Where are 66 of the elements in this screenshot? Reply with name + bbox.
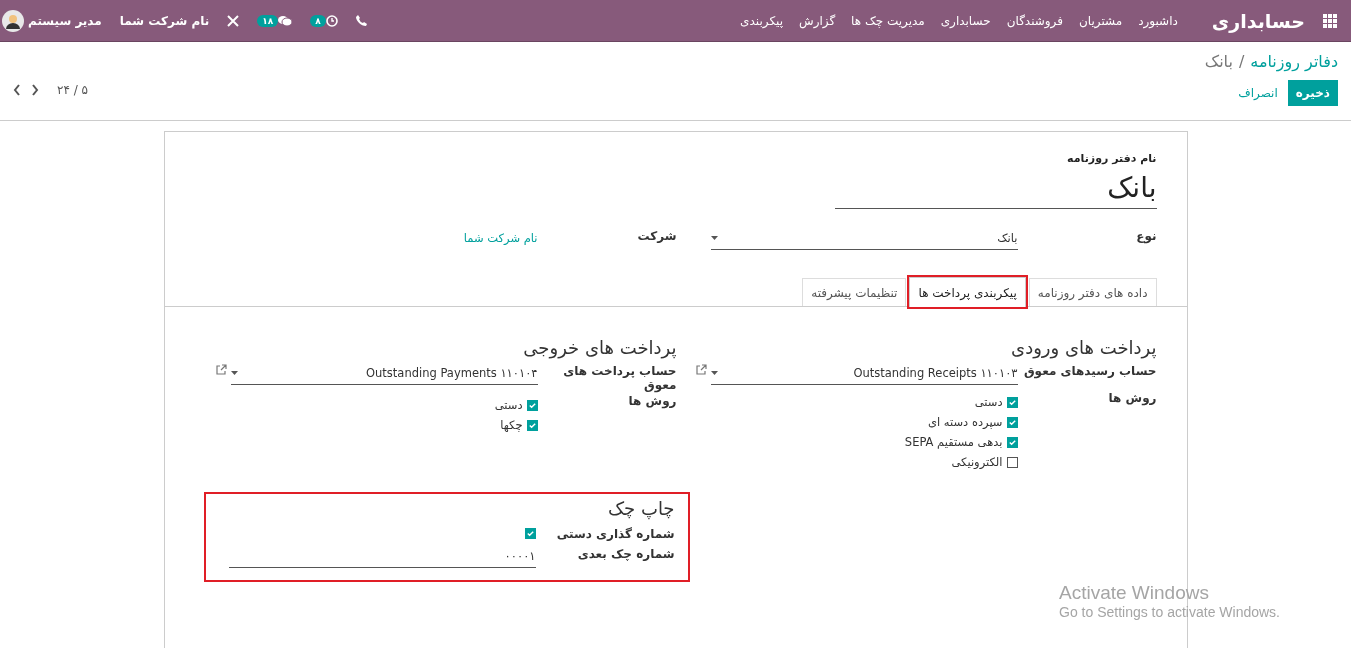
tab[interactable]: داده های دفتر روزنامه bbox=[1028, 278, 1157, 306]
next-icon[interactable] bbox=[31, 84, 39, 96]
menu-item[interactable]: داشبورد bbox=[1138, 13, 1178, 28]
caret-icon bbox=[710, 236, 718, 240]
account-select[interactable]: ۱۱۰۱۰۳ Outstanding Receipts bbox=[710, 364, 1018, 385]
caret-icon bbox=[230, 371, 238, 375]
menu-item[interactable]: فروشندگان bbox=[1006, 13, 1063, 28]
next-check-number-field[interactable]: ۰۰۰۰۱ bbox=[228, 547, 536, 568]
discard-button[interactable]: انصراف bbox=[1238, 86, 1278, 100]
breadcrumb-link[interactable]: دفاتر روزنامه bbox=[1250, 52, 1338, 71]
pager-counter: ۵ / ۲۴ bbox=[57, 83, 88, 97]
checkbox[interactable] bbox=[526, 419, 538, 431]
menu-item[interactable]: مشتریان bbox=[1078, 13, 1123, 28]
checkbox[interactable] bbox=[1006, 396, 1018, 408]
chat-icon[interactable] bbox=[278, 14, 293, 27]
checkbox-label: دستی bbox=[494, 398, 523, 412]
breadcrumb-current: بانک bbox=[1204, 52, 1233, 71]
checkbox-label: الکترونیکی bbox=[951, 455, 1003, 469]
account-select[interactable]: ۱۱۰۱۰۴ Outstanding Payments bbox=[230, 364, 538, 385]
external-link-icon[interactable] bbox=[214, 364, 227, 376]
checkbox[interactable] bbox=[1006, 436, 1018, 448]
save-button[interactable]: ذخیره bbox=[1287, 80, 1338, 106]
field-label: نام دفتر روزنامه bbox=[1066, 152, 1157, 165]
field-label: شماره چک بعدی bbox=[576, 547, 675, 561]
type-select[interactable]: بانک bbox=[710, 229, 1018, 250]
app-title: حسابداری bbox=[1211, 9, 1305, 32]
phone-icon[interactable] bbox=[355, 15, 367, 26]
checkbox[interactable] bbox=[524, 528, 536, 539]
section-title: پرداخت های ورودی bbox=[1010, 337, 1157, 358]
company-name[interactable]: نام شرکت شما bbox=[119, 13, 210, 28]
field-label: حساب رسیدهای معوق bbox=[1022, 364, 1157, 378]
caret-icon bbox=[710, 371, 718, 375]
checkbox[interactable] bbox=[526, 399, 538, 411]
field-label: نوع bbox=[1135, 229, 1157, 243]
checkbox-label: سپرده دسته ای bbox=[928, 415, 1003, 429]
previous-icon[interactable] bbox=[13, 84, 21, 96]
menu-item[interactable]: پیکربندی bbox=[740, 13, 783, 28]
field-label: شماره گذاری دستی bbox=[555, 527, 675, 541]
field-label: حساب پرداخت های معوق bbox=[562, 364, 677, 392]
breadcrumb-separator: / bbox=[1238, 52, 1245, 71]
checkbox[interactable] bbox=[1006, 456, 1018, 468]
apps-menu-icon[interactable] bbox=[1323, 13, 1337, 28]
tab[interactable]: پیکربندی پرداخت ها bbox=[909, 277, 1026, 307]
checkbox-label: بدهی مستقیم SEPA bbox=[904, 435, 1003, 449]
avatar-icon[interactable] bbox=[2, 9, 24, 32]
checkbox[interactable] bbox=[1006, 416, 1018, 428]
field-label: روش ها bbox=[1107, 391, 1157, 405]
menu-item[interactable]: مدیریت چک ها bbox=[851, 13, 925, 28]
activation-notice-text: Go to Settings to activate Windows. bbox=[1059, 604, 1280, 620]
field-label: روش ها bbox=[627, 394, 677, 408]
external-link-icon[interactable] bbox=[694, 364, 707, 376]
checkbox-label: دستی bbox=[974, 395, 1003, 409]
journal-name-field[interactable]: بانک bbox=[834, 165, 1157, 209]
section-title: پرداخت های خروجی bbox=[522, 337, 677, 358]
activation-notice-title: Activate Windows bbox=[1059, 582, 1210, 604]
section-title: چاپ چک bbox=[607, 498, 675, 519]
message-count-badge: ۱۸ bbox=[257, 14, 279, 27]
field-label: شرکت bbox=[636, 229, 677, 243]
activity-count-badge: ۸ bbox=[310, 14, 326, 27]
user-name[interactable]: مدیر سیستم bbox=[28, 13, 102, 28]
company-link[interactable]: نام شرکت شما bbox=[463, 231, 538, 245]
menu-item[interactable]: حسابداری bbox=[940, 13, 991, 28]
checkbox-label: چکها bbox=[500, 418, 523, 432]
clock-icon[interactable] bbox=[325, 14, 338, 27]
menu-item[interactable]: گزارش bbox=[799, 13, 836, 28]
tab[interactable]: تنظیمات پیشرفته bbox=[802, 278, 907, 306]
